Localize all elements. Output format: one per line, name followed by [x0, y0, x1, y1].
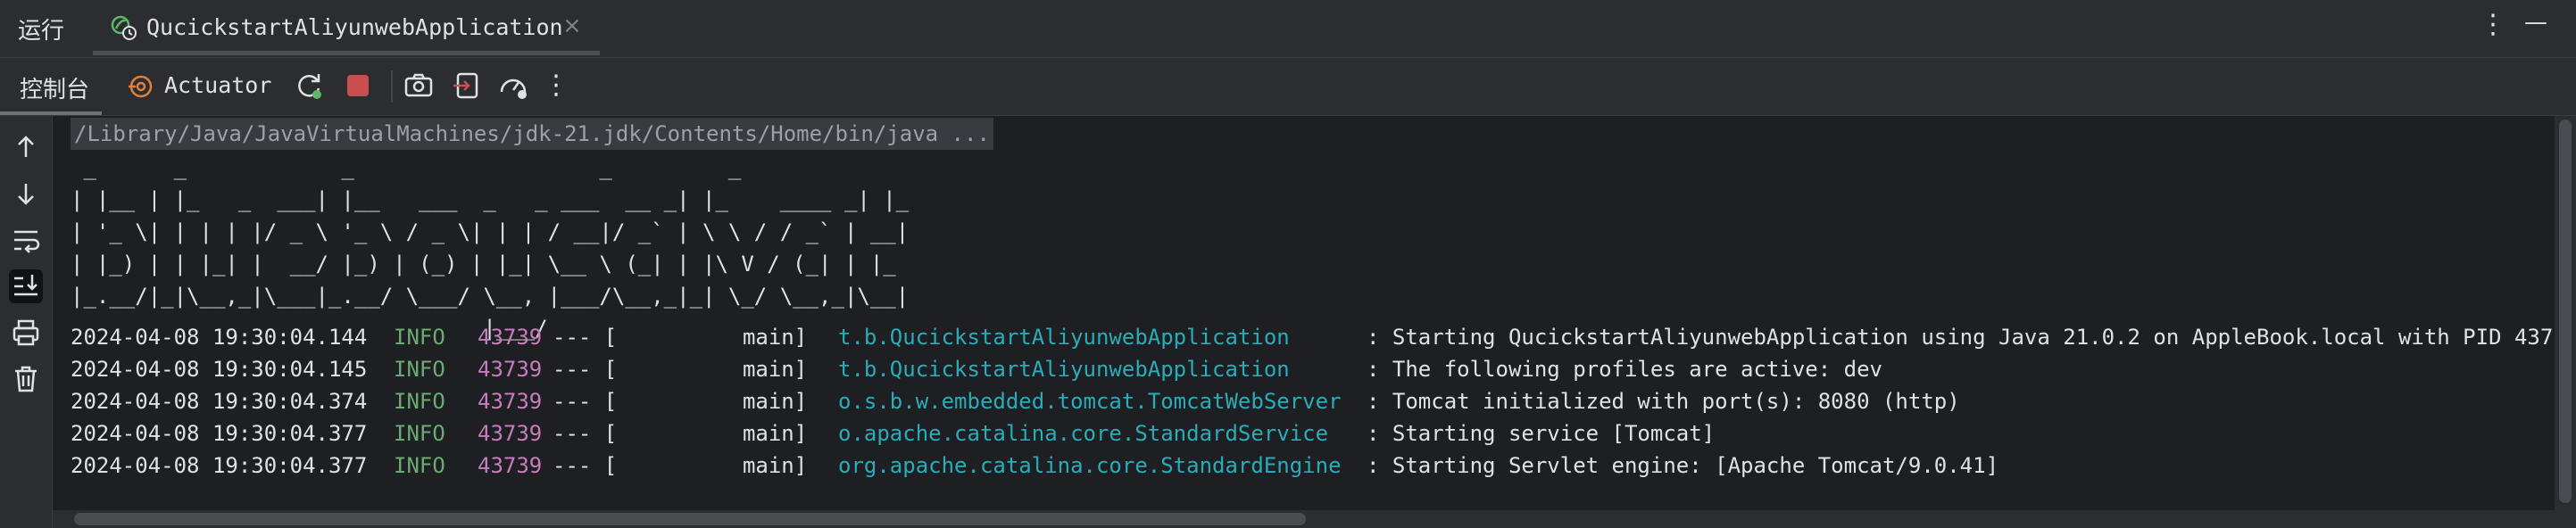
log-line: 2024-04-08 19:30:04.377 INFO 43739 --- [… — [71, 417, 1715, 450]
vertical-scrollbar[interactable] — [2555, 116, 2576, 528]
more-options-icon[interactable]: ⋮ — [2480, 9, 2506, 40]
log-timestamp: 2024-04-08 19:30:04.377 — [71, 453, 368, 478]
exit-icon[interactable] — [452, 70, 482, 101]
log-pid: 43739 — [478, 421, 543, 446]
minimize-icon[interactable]: — — [2524, 9, 2547, 36]
console-output[interactable]: /Library/Java/JavaVirtualMachines/jdk-21… — [53, 116, 2552, 510]
actuator-tab-label: Actuator — [164, 72, 272, 98]
arrow-down-icon[interactable] — [9, 177, 43, 210]
scroll-to-end-icon[interactable] — [9, 269, 43, 303]
vertical-scrollbar-thumb[interactable] — [2559, 120, 2572, 503]
log-logger-link[interactable]: t.b.QucickstartAliyunwebApplication — [838, 321, 1290, 353]
close-tab-icon[interactable]: × — [562, 12, 582, 39]
console-tab-label: 控制台 — [20, 77, 90, 103]
spring-boot-run-icon — [109, 12, 137, 45]
print-icon[interactable] — [9, 316, 43, 350]
log-timestamp: 2024-04-08 19:30:04.144 — [71, 325, 368, 350]
ascii-banner: _ _ _ _ _ | |__ | |_ _ ___| |__ ___ _ _ … — [71, 155, 910, 341]
log-level: INFO — [394, 453, 445, 478]
log-line: 2024-04-08 19:30:04.374 INFO 43739 --- [… — [71, 385, 1960, 417]
log-thread: main] — [601, 357, 808, 382]
log-line: 2024-04-08 19:30:04.144 INFO 43739 --- [… — [71, 321, 2552, 353]
run-configuration-tab[interactable]: QucickstartAliyunwebApplication × — [93, 0, 600, 55]
log-level: INFO — [394, 325, 445, 350]
run-tab-label: QucickstartAliyunwebApplication — [146, 14, 563, 40]
log-message: : Tomcat initialized with port(s): 8080 … — [1367, 389, 1960, 414]
active-tab-indicator — [93, 51, 600, 55]
log-logger-link[interactable]: o.apache.catalina.core.StandardService — [838, 417, 1328, 450]
run-tool-window-title: 运行 — [18, 18, 65, 45]
log-level: INFO — [394, 389, 445, 414]
log-thread: main] — [601, 421, 808, 446]
arrow-up-icon[interactable] — [9, 130, 43, 164]
log-timestamp: 2024-04-08 19:30:04.374 — [71, 389, 368, 414]
log-logger-link[interactable]: org.apache.catalina.core.StandardEngine — [838, 450, 1342, 482]
actuator-icon — [127, 72, 155, 104]
log-pid: 43739 — [478, 453, 543, 478]
toolbar-divider — [391, 70, 393, 103]
log-line: 2024-04-08 19:30:04.377 INFO 43739 --- [… — [71, 450, 1998, 482]
log-thread: main] — [601, 453, 808, 478]
horizontal-scrollbar-thumb[interactable] — [74, 513, 1306, 525]
log-logger-link[interactable]: t.b.QucickstartAliyunwebApplication — [838, 353, 1290, 385]
log-level: INFO — [394, 357, 445, 382]
log-message: : Starting Servlet engine: [Apache Tomca… — [1367, 453, 1999, 478]
log-logger-link[interactable]: o.s.b.w.embedded.tomcat.TomcatWebServer — [838, 385, 1342, 417]
console-actions-gutter — [0, 116, 53, 528]
log-message: : Starting service [Tomcat] — [1367, 421, 1716, 446]
more-actions-icon[interactable]: ⋮ — [543, 70, 573, 101]
java-command-line[interactable]: /Library/Java/JavaVirtualMachines/jdk-21… — [71, 118, 993, 150]
tab-console[interactable]: 控制台 — [0, 58, 102, 115]
run-tool-window-header: 运行 QucickstartAliyunwebApplication × ⋮ — — [0, 0, 2576, 58]
soft-wrap-icon[interactable] — [9, 223, 43, 257]
trash-icon[interactable] — [9, 362, 43, 396]
log-pid: 43739 — [478, 389, 543, 414]
log-thread: main] — [601, 325, 808, 350]
log-message: : Starting QucickstartAliyunwebApplicati… — [1367, 325, 2552, 350]
log-level: INFO — [394, 421, 445, 446]
log-message: : The following profiles are active: dev — [1367, 357, 1882, 382]
tab-actuator[interactable]: Actuator — [123, 58, 275, 115]
stop-icon[interactable] — [343, 70, 373, 101]
horizontal-scrollbar[interactable] — [53, 510, 2555, 528]
console-toolbar: 控制台 Actuator ⋮ — [0, 58, 2576, 116]
log-timestamp: 2024-04-08 19:30:04.377 — [71, 421, 368, 446]
active-tab-indicator — [0, 111, 102, 115]
log-pid: 43739 — [478, 325, 543, 350]
profiler-icon[interactable] — [498, 70, 528, 101]
log-timestamp: 2024-04-08 19:30:04.145 — [71, 357, 368, 382]
log-line: 2024-04-08 19:30:04.145 INFO 43739 --- [… — [71, 353, 1882, 385]
log-pid: 43739 — [478, 357, 543, 382]
log-thread: main] — [601, 389, 808, 414]
screenshot-icon[interactable] — [403, 70, 434, 101]
rerun-icon[interactable] — [295, 70, 325, 101]
